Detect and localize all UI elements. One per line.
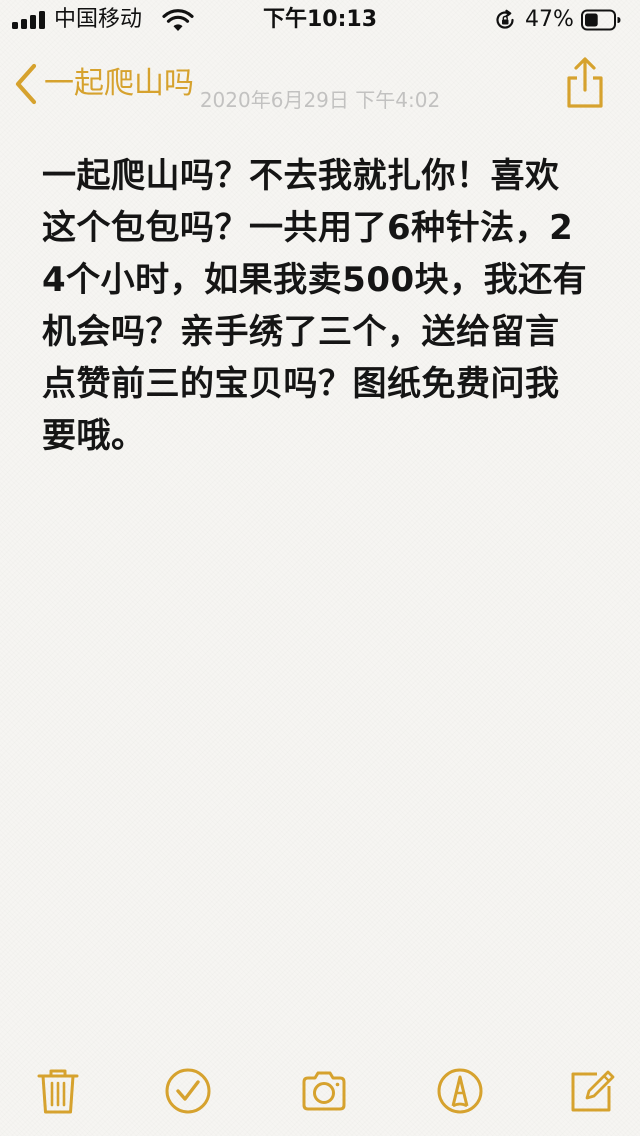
compose-button[interactable] bbox=[567, 1066, 617, 1116]
bottom-toolbar bbox=[0, 1052, 640, 1136]
camera-icon bbox=[302, 1071, 346, 1111]
rotation-lock-icon bbox=[496, 9, 514, 29]
delete-button[interactable] bbox=[33, 1066, 83, 1116]
note-body-text[interactable]: 一起爬山吗？不去我就扎你！喜欢这个包包吗？一共用了6种针法，24个小时，如果我卖… bbox=[42, 150, 592, 462]
status-bar: 中国移动 下午10:13 47% bbox=[0, 0, 640, 40]
camera-button[interactable] bbox=[299, 1066, 349, 1116]
markup-button[interactable] bbox=[435, 1066, 485, 1116]
compose-icon bbox=[571, 1070, 615, 1112]
chevron-left-icon bbox=[15, 63, 37, 105]
back-button[interactable]: 一起爬山吗 bbox=[14, 60, 194, 108]
checklist-icon bbox=[165, 1068, 211, 1114]
markup-icon bbox=[437, 1068, 483, 1114]
back-button-label: 一起爬山吗 bbox=[44, 66, 194, 101]
share-icon[interactable] bbox=[562, 56, 608, 110]
nav-bar: 2020年6月29日 下午4:02 一起爬山吗 bbox=[0, 40, 640, 128]
battery-percent: 47% bbox=[525, 7, 574, 32]
battery-icon bbox=[581, 9, 621, 31]
trash-icon bbox=[37, 1069, 79, 1114]
checklist-button[interactable] bbox=[163, 1066, 213, 1116]
